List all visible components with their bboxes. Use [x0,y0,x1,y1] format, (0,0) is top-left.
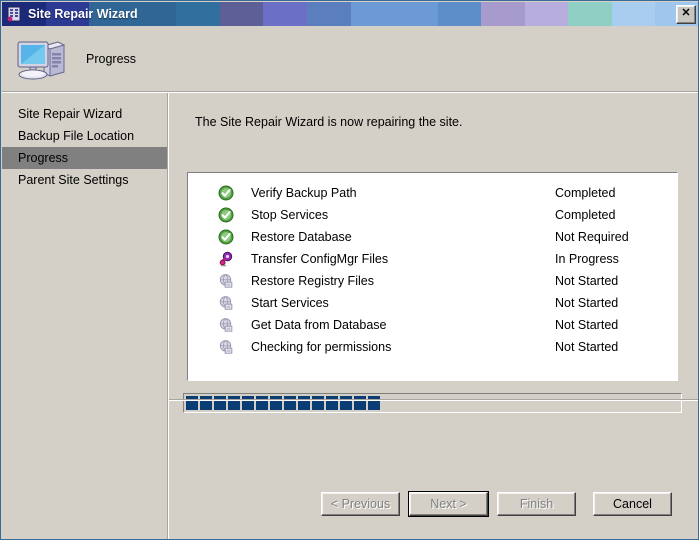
titlebar-band [524,2,569,26]
sidebar-item-label: Parent Site Settings [18,173,129,187]
button-spacer [576,492,593,516]
titlebar-band [306,2,351,26]
site-repair-wizard-window: Site Repair Wizard ✕ Progress Site Repai… [0,0,699,540]
footer-divider [169,400,698,401]
sidebar-item-site-repair-wizard[interactable]: Site Repair Wizard [2,103,168,125]
task-label: Get Data from Database [251,318,387,332]
titlebar-band [611,2,656,26]
task-list-panel: Verify Backup Path Completed Stop Services… [187,172,678,381]
task-row: Checking for permissions Not Started [188,336,677,358]
wizard-steps-sidebar: Site Repair Wizard Backup File Location Pr… [2,93,168,539]
sidebar-item-label: Backup File Location [18,129,135,143]
titlebar-band [176,2,220,26]
task-label: Transfer ConfigMgr Files [251,252,389,266]
gray-globe-pending-icon [218,339,234,355]
cancel-button[interactable]: Cancel [593,492,672,516]
task-label: Restore Registry Files [251,274,374,288]
computer-monitor-icon [14,36,66,82]
task-label: Start Services [251,296,329,310]
task-status: Completed [555,186,616,200]
gray-globe-pending-icon [218,273,234,289]
titlebar-band [437,2,482,26]
sidebar-item-backup-file-location[interactable]: Backup File Location [2,125,168,147]
button-spacer [488,492,497,516]
titlebar-band [481,2,525,26]
purple-swirl-progress-icon [218,251,234,267]
button-spacer [400,492,409,516]
task-status: Not Started [555,296,619,310]
green-check-circle-icon [218,229,234,245]
task-status: Not Started [555,318,619,332]
task-status: In Progress [555,252,619,266]
window-title: Site Repair Wizard [28,7,138,21]
task-row: Start Services Not Started [188,292,677,314]
sidebar-item-label: Progress [18,151,69,165]
task-row: Transfer ConfigMgr Files In Progress [188,248,677,270]
next-button: Next > [408,491,489,517]
gray-globe-pending-icon [218,317,234,333]
task-label: Verify Backup Path [251,186,357,200]
finish-button: Finish [497,492,576,516]
footer: < Previous Next > Finish Cancel [169,399,698,539]
green-check-circle-icon [218,207,234,223]
titlebar-band [263,2,307,26]
titlebar-band [219,2,264,26]
wizard-header: Progress [2,26,698,92]
task-label: Restore Database [251,230,352,244]
button-row: < Previous Next > Finish Cancel [321,491,672,517]
task-row: Verify Backup Path Completed [188,182,677,204]
instruction-text: The Site Repair Wizard is now repairing … [195,115,463,129]
task-row: Stop Services Completed [188,204,677,226]
task-label: Stop Services [251,208,329,222]
sidebar-item-parent-site-settings[interactable]: Parent Site Settings [2,169,168,191]
task-row: Restore Registry Files Not Started [188,270,677,292]
titlebar-band [350,2,438,26]
task-status: Not Started [555,274,619,288]
previous-button: < Previous [321,492,400,516]
sidebar-item-progress[interactable]: Progress [2,147,168,169]
gray-globe-pending-icon [218,295,234,311]
titlebar: Site Repair Wizard ✕ [2,2,698,26]
close-icon[interactable]: ✕ [676,5,696,24]
task-label: Checking for permissions [251,340,392,354]
task-row: Restore Database Not Required [188,226,677,248]
page-title: Progress [86,52,137,66]
titlebar-band [568,2,612,26]
wizard-app-icon [6,6,22,22]
task-status: Not Required [555,230,629,244]
task-row: Get Data from Database Not Started [188,314,677,336]
task-status: Completed [555,208,616,222]
task-status: Not Started [555,340,619,354]
sidebar-item-label: Site Repair Wizard [18,107,123,121]
green-check-circle-icon [218,185,234,201]
